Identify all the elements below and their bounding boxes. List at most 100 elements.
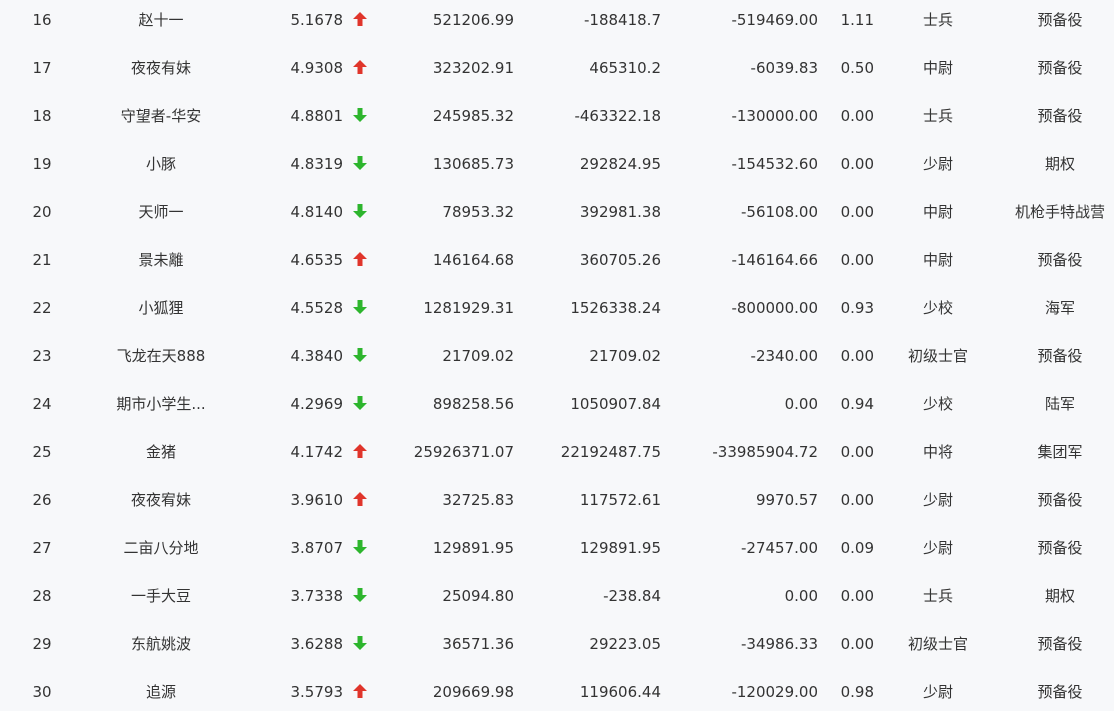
rank-cell: 26	[32, 491, 52, 509]
group-cell: 海军	[1044, 299, 1075, 317]
value-1-cell: 898258.56	[432, 395, 514, 413]
table-row[interactable]: 26 夜夜宥妹 3.9610 32725.83 117572.61 9970.57 0.00…	[0, 476, 1114, 524]
score-cell: 3.8707	[290, 539, 344, 557]
score-cell: 4.5528	[290, 299, 344, 317]
value-2-cell: 465310.2	[589, 59, 661, 77]
ratio-cell: 0.00	[840, 203, 874, 221]
group-cell: 预备役	[1037, 59, 1083, 77]
arrow-up-icon	[352, 668, 368, 711]
value-2-cell: 1050907.84	[570, 395, 661, 413]
table-row[interactable]: 29 东航姚波 3.6288 36571.36 29223.05 -34986.33 0.0…	[0, 620, 1114, 668]
table-row[interactable]: 27 二亩八分地 3.8707 129891.95 129891.95 -27457.00…	[0, 524, 1114, 572]
arrow-up-icon	[352, 236, 368, 284]
value-3-cell: -2340.00	[750, 347, 818, 365]
ratio-cell: 0.00	[840, 251, 874, 269]
table-row[interactable]: 19 小豚 4.8319 130685.73 292824.95 -154532.60 0.…	[0, 140, 1114, 188]
rank-cell: 30	[32, 683, 52, 701]
value-1-cell: 129891.95	[432, 539, 514, 557]
military-rank-cell: 中尉	[922, 59, 953, 77]
value-1-cell: 21709.02	[442, 347, 514, 365]
table-row[interactable]: 23 飞龙在天888 4.3840 21709.02 21709.02 -2340.00 0…	[0, 332, 1114, 380]
table-row[interactable]: 16 赵十一 5.1678 521206.99 -188418.7 -519469.00 1…	[0, 0, 1114, 44]
military-rank-cell: 中将	[922, 443, 953, 461]
military-rank-cell: 少尉	[922, 491, 953, 509]
value-1-cell: 1281929.31	[423, 299, 514, 317]
ratio-cell: 0.98	[840, 683, 874, 701]
value-3-cell: -6039.83	[750, 59, 818, 77]
table-row[interactable]: 18 守望者-华安 4.8801 245985.32 -463322.18 -130000…	[0, 92, 1114, 140]
ratio-cell: 0.50	[840, 59, 874, 77]
rank-cell: 28	[32, 587, 52, 605]
arrow-up-icon	[352, 428, 368, 476]
group-cell: 预备役	[1037, 539, 1083, 557]
trader-name-cell: 夜夜宥妹	[130, 491, 191, 509]
table-row[interactable]: 17 夜夜有妹 4.9308 323202.91 465310.2 -6039.83 0.5…	[0, 44, 1114, 92]
value-2-cell: 29223.05	[589, 635, 661, 653]
value-1-cell: 78953.32	[442, 203, 514, 221]
trader-name-cell: 夜夜有妹	[130, 59, 191, 77]
value-3-cell: -519469.00	[731, 11, 818, 29]
trader-name-cell: 二亩八分地	[123, 539, 199, 557]
military-rank-cell: 少校	[922, 395, 953, 413]
value-3-cell: 0.00	[784, 587, 818, 605]
score-cell: 3.7338	[290, 587, 344, 605]
ratio-cell: 0.00	[840, 443, 874, 461]
value-2-cell: -463322.18	[574, 107, 661, 125]
group-cell: 预备役	[1037, 635, 1083, 653]
ratio-cell: 0.00	[840, 347, 874, 365]
table-row[interactable]: 20 天师一 4.8140 78953.32 392981.38 -56108.00 0.0…	[0, 188, 1114, 236]
value-1-cell: 32725.83	[442, 491, 514, 509]
group-cell: 预备役	[1037, 107, 1083, 125]
table-row[interactable]: 22 小狐狸 4.5528 1281929.31 1526338.24 -800000.0…	[0, 284, 1114, 332]
ratio-cell: 0.94	[840, 395, 874, 413]
score-cell: 3.6288	[290, 635, 344, 653]
value-3-cell: 9970.57	[755, 491, 818, 509]
table-row[interactable]: 28 一手大豆 3.7338 25094.80 -238.84 0.00 0.00 士兵 期权	[0, 572, 1114, 620]
arrow-down-icon	[352, 380, 368, 428]
score-cell: 4.9308	[290, 59, 344, 77]
value-2-cell: 22192487.75	[560, 443, 661, 461]
trader-name-cell: 东航姚波	[130, 635, 191, 653]
score-cell: 4.2969	[290, 395, 344, 413]
value-2-cell: 360705.26	[579, 251, 661, 269]
arrow-down-icon	[352, 620, 368, 668]
group-cell: 预备役	[1037, 347, 1083, 365]
value-3-cell: -146164.66	[731, 251, 818, 269]
military-rank-cell: 中尉	[922, 203, 953, 221]
ratio-cell: 0.00	[840, 107, 874, 125]
score-cell: 3.9610	[290, 491, 344, 509]
value-3-cell: 0.00	[784, 395, 818, 413]
score-cell: 4.3840	[290, 347, 344, 365]
group-cell: 预备役	[1037, 683, 1083, 701]
value-2-cell: 1526338.24	[570, 299, 661, 317]
trader-name-cell: 金猪	[145, 443, 176, 461]
table-row[interactable]: 21 景未離 4.6535 146164.68 360705.26 -146164.66 0…	[0, 236, 1114, 284]
group-cell: 期权	[1044, 587, 1075, 605]
table-row[interactable]: 24 期市小学生... 4.2969 898258.56 1050907.84 0.00 0…	[0, 380, 1114, 428]
score-cell: 4.6535	[290, 251, 344, 269]
rank-cell: 16	[32, 11, 52, 29]
arrow-down-icon	[352, 92, 368, 140]
military-rank-cell: 中尉	[922, 251, 953, 269]
trader-name-cell: 小狐狸	[138, 299, 184, 317]
arrow-up-icon	[352, 44, 368, 92]
score-cell: 4.8319	[290, 155, 344, 173]
ratio-cell: 0.00	[840, 635, 874, 653]
military-rank-cell: 士兵	[922, 587, 953, 605]
value-1-cell: 323202.91	[432, 59, 514, 77]
value-2-cell: 392981.38	[579, 203, 661, 221]
ratio-cell: 0.00	[840, 155, 874, 173]
group-cell: 机枪手特战营	[1014, 203, 1105, 221]
value-1-cell: 209669.98	[432, 683, 514, 701]
arrow-up-icon	[352, 476, 368, 524]
trader-name-cell: 一手大豆	[130, 587, 191, 605]
military-rank-cell: 少尉	[922, 683, 953, 701]
trader-name-cell: 追源	[145, 683, 176, 701]
group-cell: 陆军	[1044, 395, 1075, 413]
military-rank-cell: 少校	[922, 299, 953, 317]
trader-name-cell: 小豚	[145, 155, 176, 173]
military-rank-cell: 少尉	[922, 539, 953, 557]
table-row[interactable]: 25 金猪 4.1742 25926371.07 22192487.75 -3398590…	[0, 428, 1114, 476]
table-row[interactable]: 30 追源 3.5793 209669.98 119606.44 -120029.00 0.…	[0, 668, 1114, 711]
group-cell: 预备役	[1037, 251, 1083, 269]
